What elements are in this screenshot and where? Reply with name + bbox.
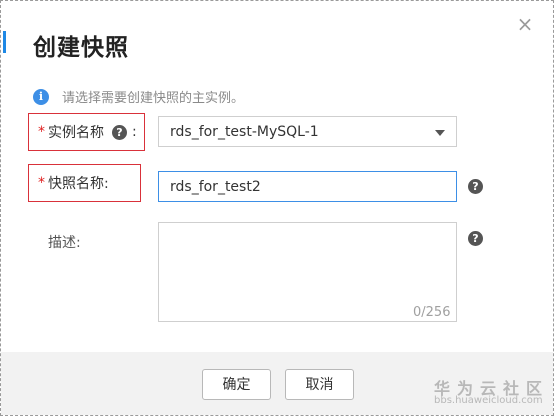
label-colon: : (132, 124, 137, 140)
snapshot-name-input[interactable] (158, 171, 457, 202)
instance-name-label: * 实例名称 ? : (28, 113, 145, 151)
create-snapshot-dialog: 创建快照 × i 请选择需要创建快照的主实例。 * 实例名称 ? : rds_f… (0, 0, 554, 416)
close-icon[interactable]: × (516, 14, 534, 34)
question-circle-icon[interactable]: ? (468, 179, 483, 194)
snapshot-name-label-text: 快照名称: (48, 176, 109, 192)
dialog-title: 创建快照 (33, 35, 129, 61)
required-mark: * (38, 175, 45, 191)
info-message: i 请选择需要创建快照的主实例。 (33, 87, 244, 106)
info-text: 请选择需要创建快照的主实例。 (62, 91, 245, 106)
watermark-url: bbs.huaweicloud.com (434, 395, 543, 406)
instance-select-value: rds_for_test-MySQL-1 (170, 123, 319, 140)
instance-select[interactable]: rds_for_test-MySQL-1 (158, 116, 457, 147)
title-accent-bar (3, 31, 6, 53)
character-counter: 0/256 (413, 305, 451, 320)
snapshot-name-label: * 快照名称: (28, 164, 141, 202)
cancel-button[interactable]: 取消 (285, 369, 354, 400)
required-mark: * (38, 124, 45, 140)
description-label: 描述: (48, 235, 81, 251)
question-circle-icon[interactable]: ? (112, 124, 127, 140)
confirm-button[interactable]: 确定 (202, 369, 271, 400)
instance-name-label-text: 实例名称 (48, 125, 104, 141)
chevron-down-icon (435, 130, 445, 136)
info-icon: i (33, 88, 49, 105)
question-circle-icon[interactable]: ? (468, 231, 483, 246)
